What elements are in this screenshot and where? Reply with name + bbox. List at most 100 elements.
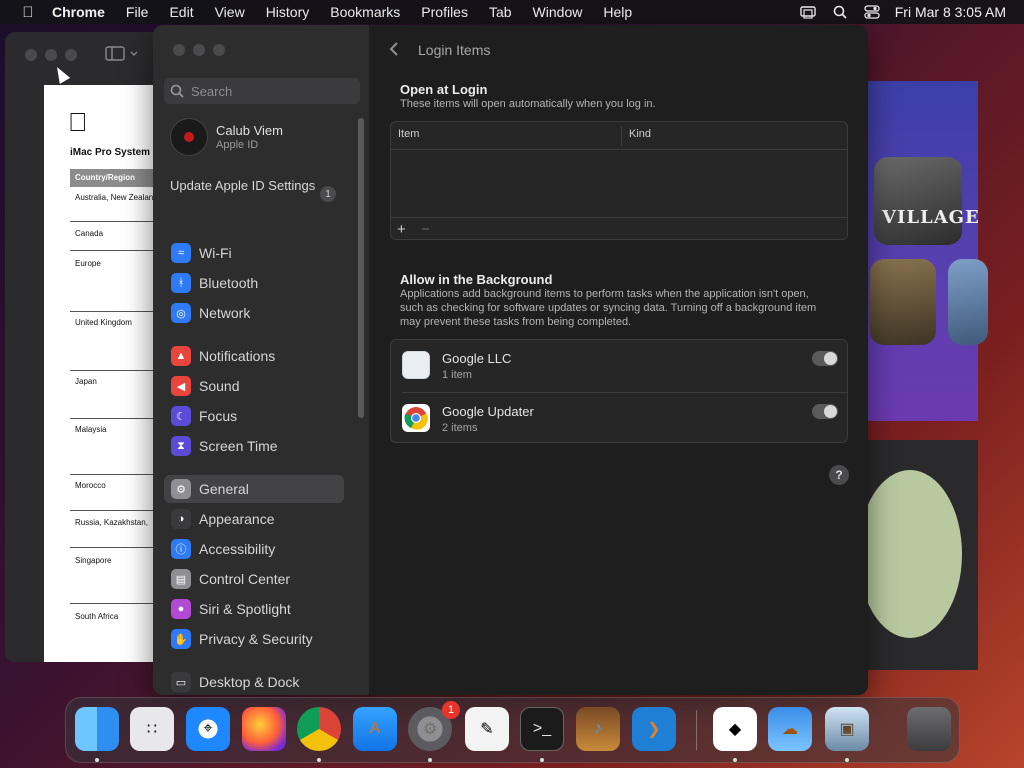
trash-icon[interactable] — [907, 707, 951, 751]
sidebar: Search Calub Viem Apple ID Update Apple … — [153, 25, 369, 695]
close-dot[interactable] — [25, 49, 37, 61]
divider — [70, 474, 159, 475]
menu-profiles[interactable]: Profiles — [421, 4, 468, 20]
chrome-icon[interactable] — [297, 707, 341, 751]
terminal-icon[interactable]: >_ — [520, 707, 564, 751]
weather-icon[interactable]: ☁ — [768, 707, 812, 751]
item-name: Google LLC — [442, 351, 512, 366]
sidebar-item-sound[interactable]: ◀ Sound — [164, 372, 344, 400]
visual-studio-icon[interactable]: ◆ — [713, 707, 757, 751]
doc-title: iMac Pro System — [70, 147, 151, 158]
divider — [70, 221, 159, 222]
column-header-item[interactable]: Item — [398, 128, 419, 140]
sidebar-item-focus[interactable]: ☾ Focus — [164, 402, 344, 430]
doc-row: Russia, Kazakhstan, — [75, 518, 148, 527]
close-dot[interactable] — [173, 44, 185, 56]
menu-edit[interactable]: Edit — [169, 4, 193, 20]
hand-icon: ✋ — [171, 629, 191, 649]
garageband-icon[interactable]: ♪ — [576, 707, 620, 751]
app-store-icon[interactable]: A — [353, 707, 397, 751]
sidebar-item-notifications[interactable]: ▲ Notifications — [164, 342, 344, 370]
column-header-kind[interactable]: Kind — [629, 128, 651, 140]
sidebar-item-network[interactable]: ◎ Network — [164, 299, 344, 327]
globe-icon: ◎ — [171, 303, 191, 323]
sidebar-item-wi-fi[interactable]: ≈ Wi-Fi — [164, 239, 344, 267]
sidebar-item-appearance[interactable]: ◑ Appearance — [164, 505, 344, 533]
moon-icon: ☾ — [171, 406, 191, 426]
search-field[interactable]: Search — [164, 78, 360, 104]
doc-row: Australia, New Zealand — [75, 193, 158, 202]
login-items-table[interactable]: Item Kind + − — [390, 121, 848, 240]
clock[interactable]: Fri Mar 8 3:05 AM — [895, 4, 1006, 20]
game-cover-icon — [870, 259, 936, 345]
sidebar-item-label: Bluetooth — [199, 275, 259, 291]
appearance-icon: ◑ — [171, 509, 191, 529]
remove-login-item-button[interactable]: − — [421, 221, 430, 238]
sidebar-item-privacy-security[interactable]: ✋ Privacy & Security — [164, 625, 344, 653]
sidebar-item-bluetooth[interactable]: ᚼ Bluetooth — [164, 269, 344, 297]
menu-view[interactable]: View — [215, 4, 245, 20]
finder-icon[interactable] — [75, 707, 119, 751]
sidebar-scrollbar[interactable] — [358, 118, 364, 418]
launchpad-icon[interactable]: ∷ — [130, 707, 174, 751]
sidebar-toggle-icon[interactable] — [105, 46, 139, 67]
doc-row: Japan — [75, 377, 97, 386]
search-icon[interactable] — [831, 5, 849, 19]
add-login-item-button[interactable]: + — [397, 221, 406, 238]
apple-id-profile[interactable]: Calub Viem Apple ID — [170, 118, 283, 156]
bell-icon: ▲ — [171, 346, 191, 366]
menu-window[interactable]: Window — [533, 4, 583, 20]
background-window[interactable]:  iMac Pro System Country/Region Austral… — [5, 32, 165, 662]
menu-history[interactable]: History — [266, 4, 310, 20]
textedit-icon[interactable]: ✎ — [465, 707, 509, 751]
minimize-dot[interactable] — [193, 44, 205, 56]
sidebar-item-label: Focus — [199, 408, 238, 424]
back-chevron-icon[interactable] — [389, 41, 399, 62]
accessibility-icon: ⓘ — [171, 539, 191, 559]
screen-mirroring-icon[interactable] — [799, 5, 817, 19]
divider — [391, 217, 847, 218]
divider — [70, 311, 159, 312]
apple-logo-icon:  — [68, 107, 88, 138]
sidebar-item-label: Control Center — [199, 571, 291, 587]
preview-icon[interactable]: ▣ — [825, 707, 869, 751]
visual-studio-code-icon[interactable]: ❯ — [632, 707, 676, 751]
control-center-icon: ▤ — [171, 569, 191, 589]
sidebar-item-siri-spotlight[interactable]: ● Siri & Spotlight — [164, 595, 344, 623]
apple-menu-icon[interactable]:  — [18, 4, 38, 21]
background-app-panel: VILLAGE — [862, 81, 988, 421]
sidebar-item-accessibility[interactable]: ⓘ Accessibility — [164, 535, 344, 563]
menu-chrome[interactable]: Chrome — [52, 4, 105, 20]
sidebar-item-general[interactable]: ⚙ General — [164, 475, 344, 503]
menu-help[interactable]: Help — [603, 4, 632, 20]
gear-icon: ⚙ — [171, 479, 191, 499]
sidebar-item-label: Siri & Spotlight — [199, 601, 291, 617]
open-at-login-subtitle: These items will open automatically when… — [400, 98, 656, 110]
google-updater-toggle[interactable] — [812, 404, 838, 419]
sidebar-item-desktop-dock[interactable]: ▭ Desktop & Dock — [164, 668, 344, 695]
running-indicator — [95, 758, 99, 762]
control-center-icon[interactable] — [863, 5, 881, 19]
menu-bookmarks[interactable]: Bookmarks — [330, 4, 400, 20]
doc-row: Morocco — [75, 481, 106, 490]
menu-tab[interactable]: Tab — [489, 4, 512, 20]
settings-window: Search Calub Viem Apple ID Update Apple … — [153, 25, 868, 695]
safari-icon[interactable]: ⌖ — [186, 707, 230, 751]
sidebar-item-screen-time[interactable]: ⧗ Screen Time — [164, 432, 344, 460]
zoom-dot[interactable] — [213, 44, 225, 56]
zoom-dot[interactable] — [65, 49, 77, 61]
sidebar-item-label: Accessibility — [199, 541, 276, 557]
menu-file[interactable]: File — [126, 4, 149, 20]
sidebar-item-label: Notifications — [199, 348, 276, 364]
help-button[interactable]: ? — [829, 465, 849, 485]
minimize-dot[interactable] — [45, 49, 57, 61]
update-apple-id-item[interactable]: Update Apple ID Settings — [170, 178, 340, 194]
firefox-icon[interactable] — [242, 707, 286, 751]
sidebar-item-label: Sound — [199, 378, 240, 394]
google-llc-icon — [402, 351, 430, 379]
game-cover-icon: VILLAGE — [874, 157, 979, 245]
google-llc-toggle[interactable] — [812, 351, 838, 366]
wifi-icon: ≈ — [171, 243, 191, 263]
chrome-icon — [402, 404, 430, 432]
sidebar-item-control-center[interactable]: ▤ Control Center — [164, 565, 344, 593]
